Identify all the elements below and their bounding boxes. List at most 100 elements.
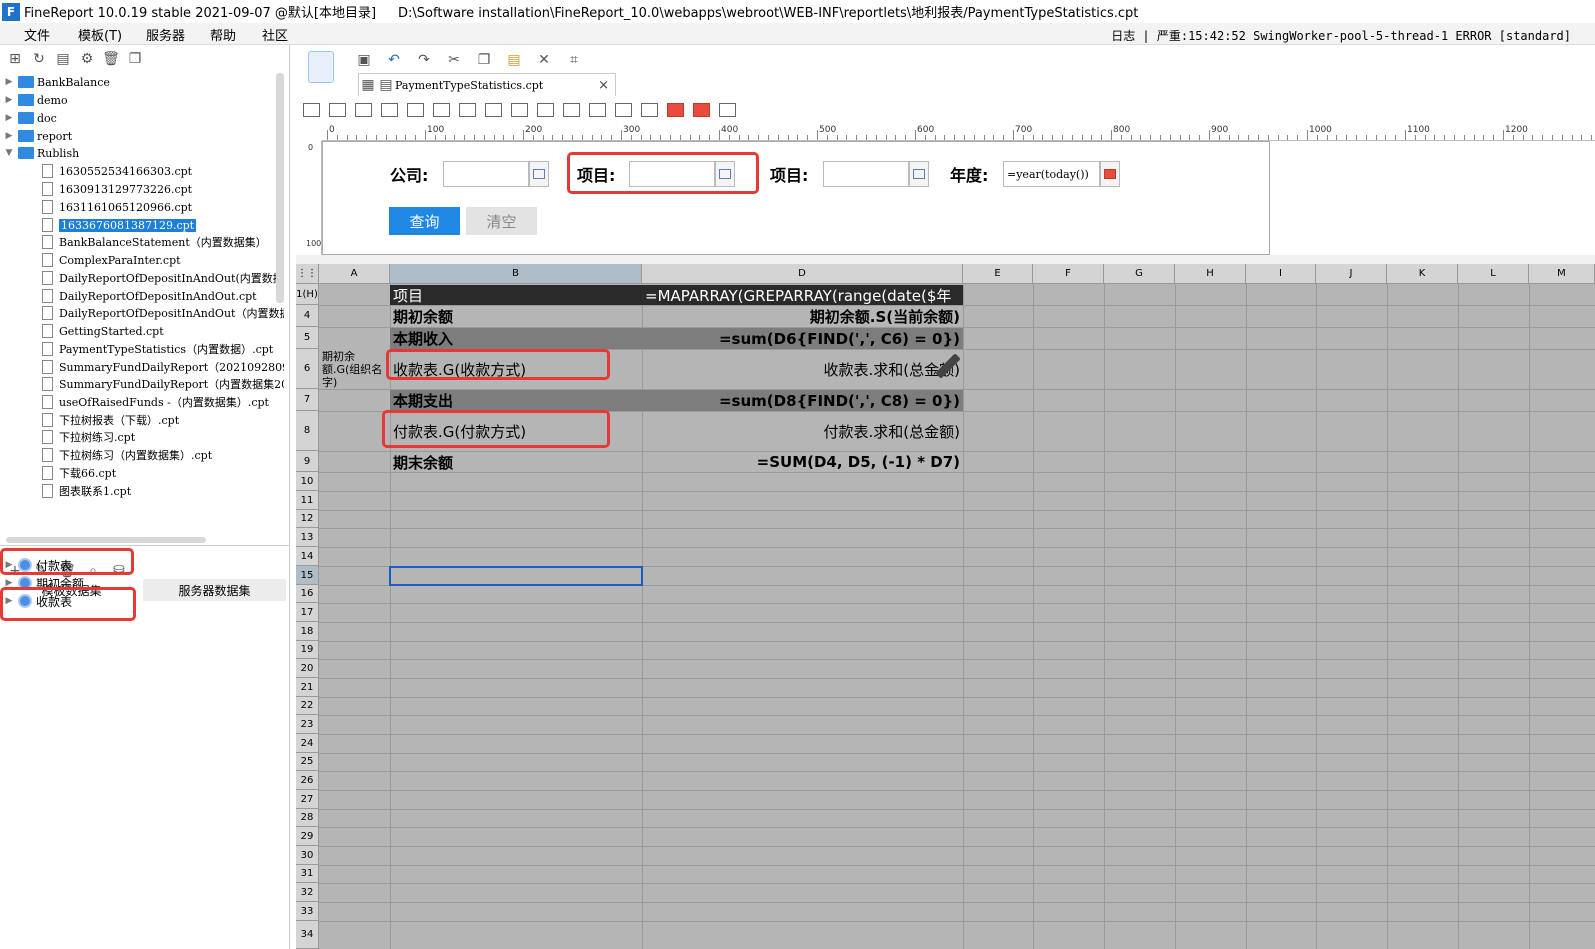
col-header[interactable]: E bbox=[963, 264, 1033, 284]
row-header[interactable]: 8 bbox=[296, 411, 319, 451]
tab-paymenttypestatistics[interactable]: ▦ ▤ PaymentTypeStatistics.cpt × bbox=[358, 73, 616, 96]
col-header[interactable]: I bbox=[1246, 264, 1316, 284]
tree-file-selected[interactable]: 1633676081387129.cpt bbox=[42, 216, 197, 234]
cell-d4[interactable]: 期初余额.S(当前余额) bbox=[642, 306, 963, 327]
menu-template[interactable]: 模板(T) bbox=[78, 25, 122, 44]
button-widget-icon[interactable] bbox=[355, 103, 372, 117]
new-folder-icon[interactable]: ⊞ bbox=[6, 50, 24, 68]
row-header[interactable]: 16 bbox=[296, 585, 319, 603]
row-header[interactable]: 17 bbox=[296, 603, 319, 622]
label-widget-icon[interactable] bbox=[329, 103, 346, 117]
close-icon[interactable]: × bbox=[598, 78, 609, 93]
tree-file[interactable]: 1630552534166303.cpt bbox=[42, 162, 192, 180]
year-input[interactable]: =year(today()) bbox=[1003, 161, 1100, 187]
paste-icon[interactable]: ▤ bbox=[505, 51, 523, 69]
company-input[interactable] bbox=[443, 161, 529, 187]
tree-file[interactable]: 下拉树练习.cpt bbox=[42, 428, 135, 446]
grid-separator[interactable] bbox=[296, 255, 1595, 264]
col-header[interactable]: J bbox=[1316, 264, 1387, 284]
cell-d1[interactable]: =MAPARRAY(GREPARRAY(range(date($年 bbox=[642, 285, 963, 305]
row-header[interactable]: 1(H) bbox=[296, 284, 319, 305]
col-header[interactable]: G bbox=[1104, 264, 1175, 284]
menu-community[interactable]: 社区 bbox=[262, 25, 288, 44]
tree-file[interactable]: useOfRaisedFunds -（内置数据集）.cpt bbox=[42, 393, 269, 411]
chevron-right-icon[interactable]: ▶ bbox=[4, 77, 14, 87]
format-painter-icon[interactable]: ⌗ bbox=[565, 51, 583, 69]
cell-a-group[interactable]: 期初余额.G(组织名字) bbox=[319, 349, 390, 389]
row-header[interactable]: 15 bbox=[296, 566, 319, 585]
row-header[interactable]: 22 bbox=[296, 697, 319, 715]
list-widget-icon[interactable] bbox=[407, 103, 424, 117]
row-header[interactable]: 5 bbox=[296, 327, 319, 349]
cell-b5[interactable]: 本期收入 bbox=[390, 328, 642, 349]
undo-icon[interactable]: ↶ bbox=[385, 51, 403, 69]
tree-file[interactable]: BankBalanceStatement（内置数据集） bbox=[42, 233, 267, 251]
row-header[interactable]: 27 bbox=[296, 790, 319, 809]
row-header[interactable]: 6 bbox=[296, 349, 319, 389]
row-header[interactable]: 4 bbox=[296, 305, 319, 327]
col-header[interactable]: H bbox=[1175, 264, 1246, 284]
tree-file[interactable]: 下载66.cpt bbox=[42, 464, 116, 482]
cell-b1[interactable]: 项目 bbox=[390, 285, 642, 305]
cell-d9[interactable]: =SUM(D4, D5, (-1) * D7) bbox=[642, 452, 963, 472]
row-header[interactable]: 26 bbox=[296, 771, 319, 790]
number-widget-icon[interactable] bbox=[459, 103, 476, 117]
checkbox-group-icon[interactable] bbox=[511, 103, 528, 117]
cell-b7[interactable]: 本期支出 bbox=[390, 390, 642, 411]
delete-icon[interactable]: 🗑 bbox=[102, 50, 120, 68]
calendar-widget-icon[interactable] bbox=[667, 103, 684, 117]
cell-d8[interactable]: 付款表.求和(总金额) bbox=[642, 412, 963, 451]
tree-folder[interactable]: ▶ demo bbox=[4, 91, 68, 109]
row-header[interactable]: 7 bbox=[296, 389, 319, 411]
row-header[interactable]: 11 bbox=[296, 491, 319, 510]
col-header[interactable]: B bbox=[390, 264, 642, 284]
row-header[interactable]: 18 bbox=[296, 622, 319, 641]
text-widget-icon[interactable] bbox=[303, 103, 320, 117]
row-header[interactable]: 12 bbox=[296, 510, 319, 528]
tree-widget-icon[interactable] bbox=[563, 103, 580, 117]
project2-combo-button[interactable] bbox=[909, 161, 929, 187]
radio-group-icon[interactable] bbox=[537, 103, 554, 117]
col-header[interactable]: L bbox=[1458, 264, 1529, 284]
col-header[interactable]: F bbox=[1033, 264, 1104, 284]
tree-file[interactable]: 图表联系1.cpt bbox=[42, 482, 131, 500]
open-icon[interactable]: ▤ bbox=[54, 50, 72, 68]
company-combo-button[interactable] bbox=[529, 161, 549, 187]
menu-help[interactable]: 帮助 bbox=[210, 25, 236, 44]
combo-widget-icon[interactable] bbox=[381, 103, 398, 117]
row-header[interactable]: 24 bbox=[296, 734, 319, 753]
col-header[interactable]: K bbox=[1387, 264, 1458, 284]
chevron-right-icon[interactable]: ▶ bbox=[4, 113, 14, 123]
row-header[interactable]: 28 bbox=[296, 809, 319, 827]
settings-icon[interactable]: ⚙ bbox=[78, 50, 96, 68]
chevron-down-icon[interactable]: ▼ bbox=[4, 148, 14, 158]
slider-widget-icon[interactable] bbox=[615, 103, 632, 117]
date-widget-icon[interactable] bbox=[433, 103, 450, 117]
password-widget-icon[interactable] bbox=[589, 103, 606, 117]
query-button[interactable]: 查询 bbox=[389, 207, 460, 235]
tree-file[interactable]: 下拉树报表（下载）.cpt bbox=[42, 411, 179, 429]
tree-file[interactable]: GettingStarted.cpt bbox=[42, 322, 164, 340]
corner-header[interactable]: ⋮⋮ bbox=[296, 264, 319, 284]
row-header[interactable]: 32 bbox=[296, 883, 319, 902]
tree-folder[interactable]: ▶ doc bbox=[4, 109, 57, 127]
more-widgets-icon[interactable] bbox=[719, 103, 736, 117]
designer-icon[interactable] bbox=[308, 51, 334, 83]
textarea-widget-icon[interactable] bbox=[485, 103, 502, 117]
row-header[interactable]: 29 bbox=[296, 827, 319, 846]
menu-server[interactable]: 服务器 bbox=[146, 25, 185, 44]
col-header[interactable]: D bbox=[642, 264, 963, 284]
tree-file[interactable]: DailyReportOfDepositInAndOut（内置数据 bbox=[42, 304, 284, 322]
row-header[interactable]: 10 bbox=[296, 472, 319, 491]
row-header[interactable]: 33 bbox=[296, 902, 319, 921]
copy-icon[interactable]: ❐ bbox=[126, 50, 144, 68]
row-header[interactable]: 20 bbox=[296, 659, 319, 678]
menu-file[interactable]: 文件 bbox=[24, 25, 50, 44]
tree-file[interactable]: 下拉树练习（内置数据集）.cpt bbox=[42, 446, 212, 464]
tab-server-dataset[interactable]: 服务器数据集 bbox=[143, 579, 286, 601]
report-grid[interactable]: ⋮⋮ A B D E F G H I J K L M 1(H) 4 5 6 7 … bbox=[296, 264, 1595, 949]
row-header[interactable]: 14 bbox=[296, 547, 319, 566]
col-header[interactable]: A bbox=[319, 264, 390, 284]
row-header[interactable]: 9 bbox=[296, 451, 319, 472]
row-header[interactable]: 25 bbox=[296, 753, 319, 771]
